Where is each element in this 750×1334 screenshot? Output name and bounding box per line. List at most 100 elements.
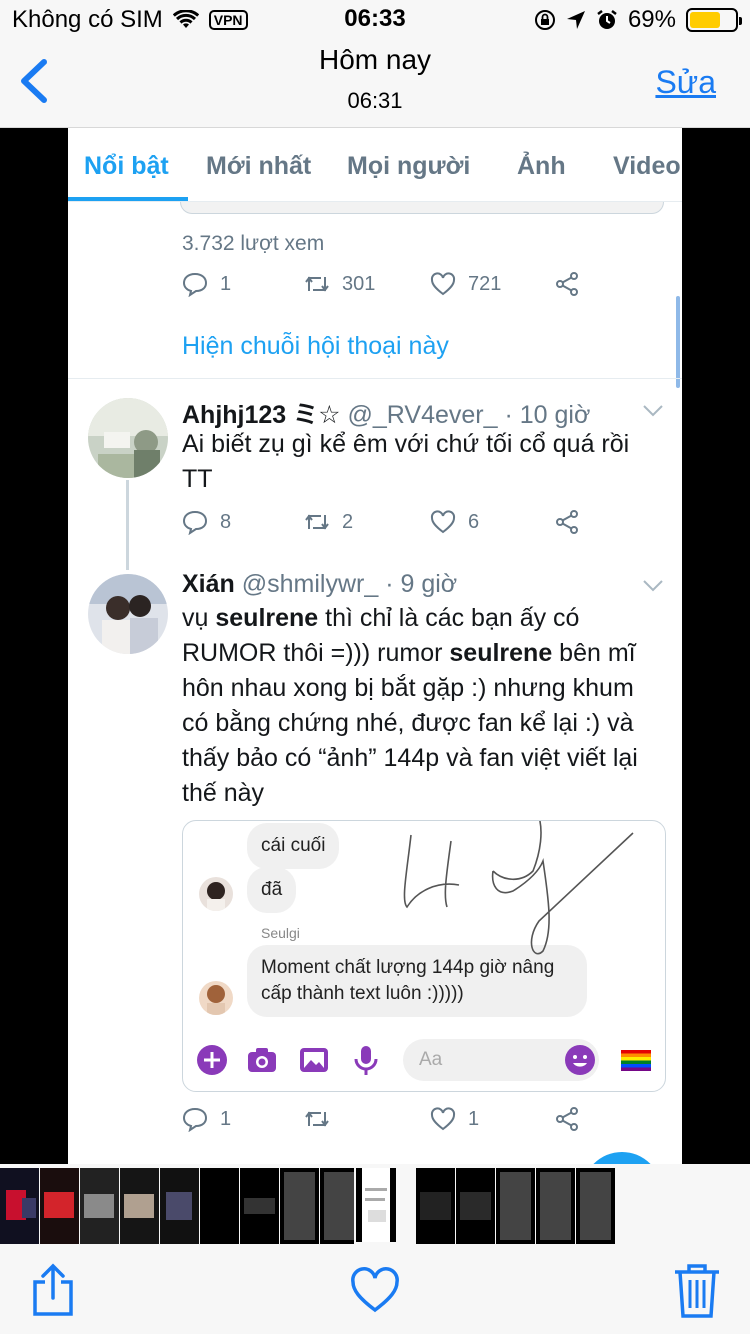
compose-tweet-button[interactable] — [582, 1152, 662, 1164]
thumbnail[interactable] — [120, 1168, 159, 1244]
prev-tweet-actions: 1 301 721 — [182, 271, 602, 303]
tweet-header: Xián @shmilywr_ · 9 giờ — [182, 570, 457, 599]
heart-icon — [430, 510, 456, 534]
tweet2-actions: 1 1 — [182, 1106, 602, 1138]
nav-title: Hôm nay — [318, 44, 432, 75]
like-count: 721 — [468, 272, 502, 295]
emoji-icon — [565, 1045, 595, 1075]
like-button[interactable]: 1 — [430, 1106, 479, 1132]
handwritten-scribble — [403, 821, 634, 955]
status-bar: Không có SIM VPN 06:33 69% — [0, 0, 750, 40]
add-circle-icon — [197, 1045, 227, 1075]
chevron-down-icon[interactable] — [642, 579, 664, 593]
scrollbar[interactable] — [676, 296, 680, 388]
orientation-lock-icon — [534, 10, 555, 30]
reply-button[interactable]: 8 — [182, 509, 231, 535]
retweet-button[interactable]: 2 — [304, 509, 353, 535]
reply-icon — [182, 272, 208, 297]
heart-icon — [430, 1107, 456, 1131]
thumbnail[interactable] — [536, 1168, 575, 1244]
chat-avatar — [199, 981, 233, 1015]
retweet-button[interactable]: 301 — [304, 271, 375, 297]
reply-count: 1 — [220, 272, 232, 295]
messenger-compose-bar: Aa — [183, 1035, 665, 1085]
thumbnail[interactable] — [496, 1168, 535, 1244]
thumbnail-selected[interactable] — [354, 1166, 398, 1244]
show-thread-link[interactable]: Hiện chuỗi hội thoại này — [182, 332, 449, 361]
thumbnail[interactable] — [200, 1168, 239, 1244]
like-count: 1 — [468, 1107, 480, 1130]
tab-latest[interactable]: Mới nhất — [206, 152, 311, 181]
share-icon — [556, 510, 578, 534]
retweet-count: 2 — [342, 510, 354, 533]
tab-top[interactable]: Nổi bật — [84, 152, 169, 181]
display-name[interactable]: Xián — [182, 570, 235, 598]
tweet-media-image[interactable]: cái cuối đã Seulgi Moment chất lượng 144… — [182, 820, 666, 1092]
chevron-down-icon[interactable] — [642, 404, 664, 418]
search-tabs: Nổi bật Mới nhất Mọi người Ảnh Video — [68, 128, 682, 202]
reply-button[interactable]: 1 — [182, 1106, 231, 1132]
photo-viewer[interactable]: Nổi bật Mới nhất Mọi người Ảnh Video 3.7… — [0, 128, 750, 1164]
camera-icon — [248, 1048, 276, 1072]
thumbnail[interactable] — [40, 1168, 79, 1244]
user-handle[interactable]: @_RV4ever_ — [348, 401, 498, 429]
thumbnail[interactable] — [240, 1168, 279, 1244]
location-icon — [566, 11, 585, 29]
retweet-button[interactable] — [304, 1106, 342, 1132]
user-handle[interactable]: @shmilywr_ — [242, 570, 379, 598]
thumbnail-strip[interactable] — [0, 1164, 750, 1246]
hashtag-keyword: seulrene — [449, 639, 553, 667]
retweet-count: 301 — [342, 272, 376, 295]
share-icon — [556, 1107, 578, 1131]
thumbnail[interactable] — [576, 1168, 615, 1244]
status-right: 69% — [534, 6, 742, 34]
tab-videos[interactable]: Video — [613, 152, 681, 181]
retweet-icon — [305, 276, 329, 292]
tweet-time: · 9 giờ — [385, 570, 458, 598]
nav-subtitle: 06:31 — [347, 88, 403, 113]
battery-fill — [690, 12, 721, 28]
display-name[interactable]: Ahjhj123 ミ☆ — [182, 401, 341, 429]
twitter-screenshot: Nổi bật Mới nhất Mọi người Ảnh Video 3.7… — [68, 128, 682, 1164]
hashtag-keyword: seulrene — [215, 604, 319, 632]
trash-icon[interactable] — [672, 1262, 722, 1318]
like-button[interactable]: 721 — [430, 271, 501, 297]
share-button[interactable] — [554, 271, 580, 297]
reply-button[interactable]: 1 — [182, 271, 231, 297]
retweet-icon — [305, 1111, 329, 1127]
thumbnail[interactable] — [160, 1168, 199, 1244]
thumbnail[interactable] — [0, 1168, 39, 1244]
share-button[interactable] — [554, 509, 580, 535]
microphone-icon — [354, 1046, 378, 1075]
tweet-text: Ai biết zụ gì kể êm với chứ tối cổ quá r… — [182, 430, 630, 493]
thumbnail[interactable] — [456, 1168, 495, 1244]
thumbnail[interactable] — [416, 1168, 455, 1244]
heart-icon[interactable] — [350, 1262, 400, 1318]
chat-avatar — [199, 877, 233, 911]
tab-photos[interactable]: Ảnh — [517, 152, 566, 181]
share-button[interactable] — [554, 1106, 580, 1132]
like-count: 6 — [468, 510, 480, 533]
photos-toolbar — [0, 1246, 750, 1334]
tweet-time: · 10 giờ — [504, 401, 591, 429]
battery-percent: 69% — [627, 6, 676, 33]
tweet-text: vụ seulrene thì chỉ là các bạn ấy có RUM… — [182, 601, 662, 811]
tweet-header: Ahjhj123 ミ☆ @_RV4ever_ · 10 giờ — [182, 395, 590, 431]
view-count: 3.732 lượt xem — [182, 232, 325, 255]
previous-tweet-media[interactable] — [180, 202, 664, 214]
avatar[interactable] — [88, 574, 168, 654]
thread-connector — [126, 480, 129, 570]
share-icon[interactable] — [28, 1262, 78, 1318]
gallery-icon — [300, 1048, 328, 1072]
battery-icon — [686, 8, 742, 32]
thumbnail[interactable] — [280, 1168, 319, 1244]
avatar[interactable] — [88, 398, 168, 478]
edit-button[interactable]: Sửa — [655, 64, 716, 101]
like-button[interactable]: 6 — [430, 509, 479, 535]
tab-people[interactable]: Mọi người — [347, 152, 470, 181]
thumbnail[interactable] — [80, 1168, 119, 1244]
share-icon — [556, 272, 578, 296]
text-segment: vụ — [182, 604, 216, 632]
photos-nav-bar: Hôm nay 06:31 Sửa — [0, 40, 750, 128]
retweet-icon — [305, 514, 329, 530]
